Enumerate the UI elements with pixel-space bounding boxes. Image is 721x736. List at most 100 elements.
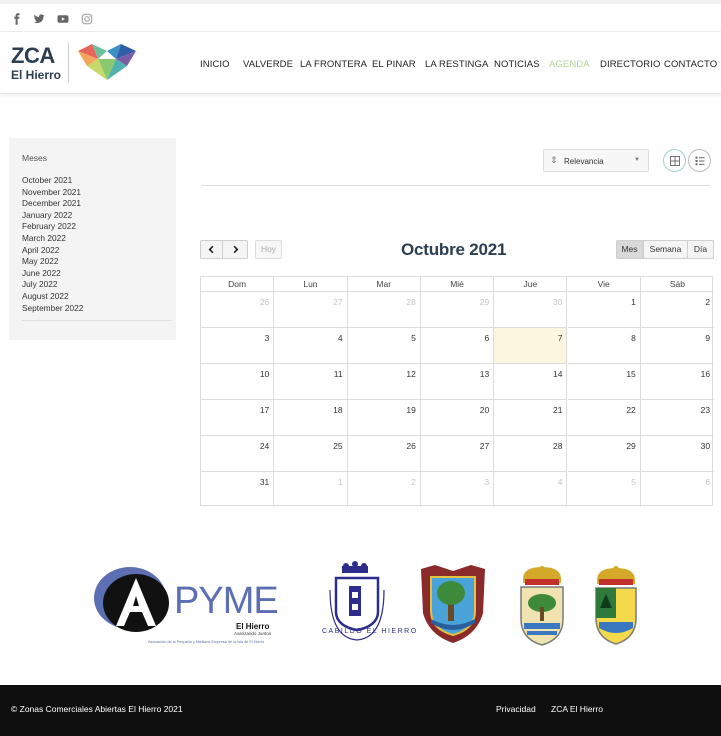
calendar-day-cell[interactable]: 14 <box>494 363 568 399</box>
month-link[interactable]: December 2021 <box>22 198 83 210</box>
calendar-day-cell[interactable]: 26 <box>201 291 275 327</box>
logo-title: ZCA <box>11 43 55 68</box>
calendar-day-number: 28 <box>406 297 416 307</box>
calendar-day-cell[interactable]: 26 <box>347 435 421 471</box>
month-link[interactable]: June 2022 <box>22 268 83 280</box>
calendar-day-cell[interactable]: 3 <box>201 327 275 363</box>
nav-la-frontera[interactable]: LA FRONTERA <box>300 59 367 70</box>
calendar-day-number: 2 <box>705 297 711 307</box>
month-link[interactable]: April 2022 <box>22 245 83 257</box>
month-link[interactable]: July 2022 <box>22 279 83 291</box>
chevron-right-icon <box>233 245 238 254</box>
calendar-day-cell[interactable]: 28 <box>347 291 421 327</box>
footer-link-privacy[interactable]: Privacidad <box>496 704 536 714</box>
sort-select[interactable]: ⇕ Relevancia ▼ <box>543 149 649 172</box>
nav-la-restinga[interactable]: LA RESTINGA <box>425 59 488 70</box>
calendar-day-cell[interactable]: 2 <box>347 471 421 507</box>
calendar-day-cell[interactable]: 18 <box>274 399 348 435</box>
frontera-shield-logo <box>517 563 567 647</box>
calendar-day-cell[interactable]: 5 <box>347 327 421 363</box>
calendar-day-cell[interactable]: 5 <box>567 471 641 507</box>
list-view-button[interactable] <box>688 149 711 172</box>
calendar-day-cell[interactable]: 8 <box>567 327 641 363</box>
youtube-icon[interactable] <box>57 13 69 25</box>
calendar-day-cell[interactable]: 16 <box>640 363 715 399</box>
calendar-day-cell[interactable]: 28 <box>494 435 568 471</box>
month-link[interactable]: October 2021 <box>22 175 83 187</box>
valverde-shield-logo <box>417 563 489 645</box>
site-header: ZCA El Hierro INICIO VALVERDE LA FRONTER… <box>0 32 721 94</box>
twitter-icon[interactable] <box>33 13 45 25</box>
calendar-day-cell[interactable]: 9 <box>640 327 715 363</box>
calendar-day-cell[interactable]: 7 <box>494 327 568 363</box>
month-link[interactable]: August 2022 <box>22 291 83 303</box>
calendar-day-cell[interactable]: 30 <box>640 435 715 471</box>
next-month-button[interactable] <box>222 240 248 259</box>
facebook-icon[interactable] <box>11 13 23 25</box>
month-link[interactable]: September 2022 <box>22 303 83 315</box>
footer-link-zca[interactable]: ZCA El Hierro <box>551 704 603 714</box>
month-list: October 2021 November 2021 December 2021… <box>22 175 83 314</box>
calendar-day-number: 7 <box>557 333 563 343</box>
calendar-day-cell[interactable]: 20 <box>420 399 495 435</box>
prev-month-button[interactable] <box>200 240 223 259</box>
month-link[interactable]: May 2022 <box>22 256 83 268</box>
nav-noticias[interactable]: NOTICIAS <box>494 59 540 70</box>
calendar-day-cell[interactable]: 22 <box>567 399 641 435</box>
calendar-day-cell[interactable]: 25 <box>274 435 348 471</box>
calendar-day-number: 17 <box>259 405 270 415</box>
calendar-day-number: 31 <box>259 477 270 487</box>
calendar-day-cell[interactable]: 15 <box>567 363 641 399</box>
calendar-day-cell[interactable]: 17 <box>201 399 275 435</box>
month-link[interactable]: March 2022 <box>22 233 83 245</box>
calendar-day-cell[interactable]: 4 <box>494 471 568 507</box>
nav-valverde[interactable]: VALVERDE <box>243 59 293 70</box>
calendar-day-cell[interactable]: 4 <box>274 327 348 363</box>
calendar-day-cell[interactable]: 2 <box>640 291 715 327</box>
view-month-button[interactable]: Mes <box>616 240 643 259</box>
calendar-day-cell[interactable]: 1 <box>567 291 641 327</box>
nav-agenda[interactable]: AGENDA <box>549 59 590 70</box>
calendar-day-cell[interactable]: 6 <box>640 471 715 507</box>
calendar-day-cell[interactable]: 27 <box>274 291 348 327</box>
apyme-logo: PYME El Hierro Avanzando Juntos Asociaci… <box>90 560 290 650</box>
calendar-day-cell[interactable]: 29 <box>420 291 495 327</box>
instagram-icon[interactable] <box>81 13 93 25</box>
month-link[interactable]: January 2022 <box>22 210 83 222</box>
footer-copyright: © Zonas Comerciales Abiertas El Hierro 2… <box>11 704 183 714</box>
social-bar <box>0 0 721 32</box>
logo-heart-icon <box>78 44 136 80</box>
nav-contacto[interactable]: CONTACTO <box>664 59 717 70</box>
calendar-day-cell[interactable]: 1 <box>274 471 348 507</box>
month-link[interactable]: February 2022 <box>22 221 83 233</box>
calendar-day-cell[interactable]: 24 <box>201 435 275 471</box>
calendar-day-cell[interactable]: 21 <box>494 399 568 435</box>
calendar-day-cell[interactable]: 27 <box>420 435 495 471</box>
month-link[interactable]: November 2021 <box>22 187 83 199</box>
calendar-day-cell[interactable]: 29 <box>567 435 641 471</box>
site-logo[interactable]: ZCA El Hierro <box>11 43 61 82</box>
calendar-day-cell[interactable]: 3 <box>420 471 495 507</box>
nav-inicio[interactable]: INICIO <box>200 59 230 70</box>
grid-view-icon <box>670 156 680 166</box>
nav-el-pinar[interactable]: EL PINAR <box>372 59 416 70</box>
calendar-day-cell[interactable]: 23 <box>640 399 715 435</box>
calendar-day-number: 8 <box>631 333 636 343</box>
calendar-day-cell[interactable]: 30 <box>494 291 568 327</box>
calendar-day-number: 14 <box>553 369 563 379</box>
grid-view-button[interactable] <box>663 149 686 172</box>
calendar-day-number: 21 <box>553 405 563 415</box>
calendar-day-cell[interactable]: 10 <box>201 363 275 399</box>
calendar-day-cell[interactable]: 13 <box>420 363 495 399</box>
calendar-day-cell[interactable]: 31 <box>201 471 275 507</box>
nav-directorio[interactable]: DIRECTORIO <box>600 59 660 70</box>
today-button[interactable]: Hoy <box>255 240 282 259</box>
calendar-day-cell[interactable]: 6 <box>420 327 495 363</box>
calendar-day-number: 2 <box>411 477 416 487</box>
view-week-button[interactable]: Semana <box>643 240 688 259</box>
calendar-day-cell[interactable]: 11 <box>274 363 348 399</box>
calendar-day-cell[interactable]: 12 <box>347 363 421 399</box>
view-day-button[interactable]: Día <box>687 240 714 259</box>
calendar-day-cell[interactable]: 19 <box>347 399 421 435</box>
frontera-shield-graphic <box>520 566 564 646</box>
